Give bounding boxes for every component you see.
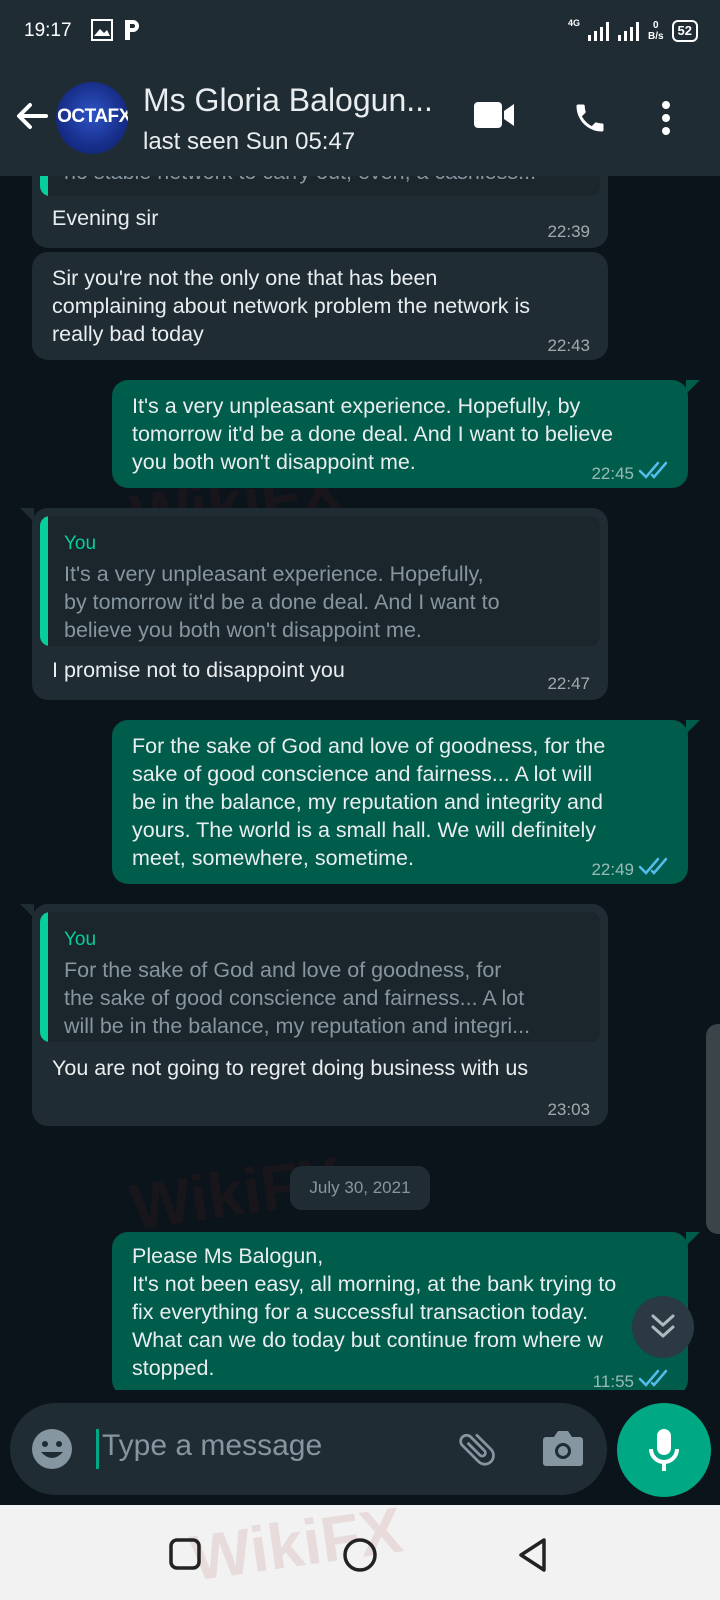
message-time: 22:49 [591, 860, 634, 879]
status-time: 19:17 [24, 20, 72, 41]
battery-indicator: 52 [671, 20, 698, 42]
read-ticks-icon [638, 857, 668, 875]
signal-icon [587, 22, 609, 41]
quote-bar [40, 912, 48, 1042]
read-ticks-icon [638, 461, 668, 479]
bubble-tail [20, 508, 34, 522]
status-right: 4G 0 B/s 52 [568, 16, 698, 46]
system-nav-bar: WikiFX [0, 1494, 720, 1600]
message-time: 22:45 [591, 464, 634, 483]
text-caret [96, 1429, 99, 1469]
message-bubble-incoming[interactable]: Sir you're not the only one that has bee… [32, 252, 608, 360]
quote-text: It's a very unpleasant experience. Hopef… [64, 562, 500, 642]
network-type: 4G [567, 18, 580, 28]
data-speed: 0 B/s [648, 20, 664, 42]
quote-text: no stable network to carry out, even, a … [64, 176, 584, 186]
message-bubble-outgoing[interactable]: For the sake of God and love of goodness… [112, 720, 700, 884]
quote-bar [40, 516, 48, 646]
bubble-tail [20, 904, 34, 918]
last-seen-status: last seen Sun 05:47 [143, 128, 356, 155]
video-call-icon[interactable] [472, 100, 516, 130]
message-text: I promise not to disappoint you [52, 658, 345, 682]
message-text: Sir you're not the only one that has bee… [52, 266, 531, 346]
parking-notification-icon [125, 20, 139, 40]
chat-header: OCTAFX Ms Gloria Balogun... last seen Su… [0, 64, 720, 176]
quote-author: You [64, 533, 97, 554]
message-time: 11:55 [592, 1372, 634, 1390]
back-arrow-icon[interactable] [14, 98, 50, 134]
message-input[interactable]: Type a message [102, 1429, 322, 1463]
speed-value: 0 [652, 20, 659, 31]
bubble-tail [686, 1232, 700, 1246]
recents-icon[interactable] [168, 1537, 202, 1571]
home-icon[interactable] [342, 1537, 378, 1573]
edge-panel-handle[interactable] [706, 1024, 720, 1234]
message-bubble-incoming[interactable]: You It's a very unpleasant experience. H… [20, 508, 608, 700]
message-time: 22:43 [547, 336, 590, 355]
quote-text: For the sake of God and love of goodness… [64, 958, 531, 1038]
quote-bar [40, 176, 48, 196]
emoji-icon[interactable] [31, 1428, 73, 1470]
bubble-tail [686, 720, 700, 734]
message-bubble-incoming[interactable]: no stable network to carry out, even, a … [32, 176, 608, 248]
phone-icon[interactable] [572, 100, 608, 136]
message-text: Evening sir [52, 206, 159, 230]
mic-icon [649, 1429, 679, 1471]
speed-unit: B/s [647, 31, 664, 42]
read-ticks-icon [638, 1369, 668, 1387]
camera-icon[interactable] [542, 1429, 584, 1467]
more-options-icon[interactable] [660, 100, 672, 136]
voice-record-button[interactable] [617, 1403, 711, 1497]
signal-icon-2 [617, 22, 639, 41]
message-bubble-outgoing[interactable]: Please Ms Balogun, It's not been easy, a… [112, 1232, 700, 1390]
contact-name[interactable]: Ms Gloria Balogun... [143, 82, 453, 119]
scroll-down-icon [651, 1314, 675, 1338]
message-text: For the sake of God and love of goodness… [132, 734, 606, 870]
bubble-tail [686, 380, 700, 394]
date-separator: July 30, 2021 [290, 1166, 430, 1210]
message-bubble-incoming[interactable]: You For the sake of God and love of good… [20, 904, 608, 1126]
quoted-message[interactable]: You For the sake of God and love of good… [40, 912, 600, 1042]
avatar-logo-text: OCTAFX [57, 106, 128, 127]
gallery-notification-icon [91, 19, 113, 41]
status-bar: 19:17 4G 0 B/s 52 [0, 0, 720, 64]
message-time: 22:39 [547, 222, 590, 241]
back-nav-icon[interactable] [516, 1537, 550, 1573]
message-time: 23:03 [547, 1100, 590, 1119]
message-composer[interactable]: Type a message [10, 1403, 607, 1495]
message-list[interactable]: WikiFX WikiFX WikiFX no stable network t… [0, 176, 720, 1390]
quoted-message[interactable]: You It's a very unpleasant experience. H… [40, 516, 600, 646]
message-bubble-outgoing[interactable]: It's a very unpleasant experience. Hopef… [112, 380, 700, 488]
scroll-to-bottom-button[interactable] [632, 1296, 694, 1358]
message-text: You are not going to regret doing busine… [52, 1056, 529, 1080]
message-time: 22:47 [547, 674, 590, 693]
avatar[interactable]: OCTAFX [56, 82, 128, 154]
quoted-message[interactable]: no stable network to carry out, even, a … [40, 176, 600, 196]
attach-icon[interactable] [455, 1427, 499, 1471]
message-text: It's a very unpleasant experience. Hopef… [132, 394, 613, 474]
message-text: Please Ms Balogun, It's not been easy, a… [132, 1244, 617, 1380]
quote-author: You [64, 929, 97, 950]
